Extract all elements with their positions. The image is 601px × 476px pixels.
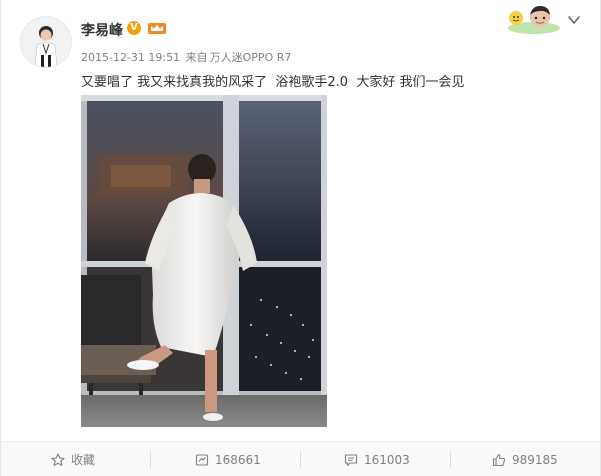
action-divider (150, 451, 151, 468)
comment-button[interactable]: 161003 (344, 442, 410, 476)
post-source[interactable]: 万人迷OPPO R7 (210, 51, 292, 64)
favorite-label: 收藏 (71, 453, 96, 467)
user-avatar[interactable] (20, 16, 72, 68)
avatar-image (21, 17, 71, 67)
post-meta: 2015-12-31 19:51 来自 万人迷OPPO R7 (81, 49, 291, 65)
repost-count: 168661 (215, 452, 261, 467)
star-icon (51, 452, 65, 466)
like-button[interactable]: 989185 (492, 442, 558, 476)
chevron-down-icon[interactable] (566, 13, 582, 27)
comment-count: 161003 (364, 452, 410, 467)
repost-button[interactable]: 168661 (195, 442, 261, 476)
source-prefix: 来自 (185, 51, 208, 64)
decorative-sticker-icon (508, 6, 560, 34)
favorite-button[interactable]: 收藏 (51, 442, 95, 476)
action-divider (300, 451, 301, 468)
weibo-post-card: 李易峰 V 2015-12-31 19:51 来自 万人迷OPPO R7 又要唱了… (0, 0, 601, 476)
post-photo-image (81, 95, 327, 427)
username[interactable]: 李易峰 (81, 20, 123, 40)
verified-badge-icon: V (127, 21, 141, 35)
post-timestamp[interactable]: 2015-12-31 19:51 (81, 51, 180, 64)
action-divider (450, 451, 451, 468)
like-count: 989185 (512, 452, 558, 467)
member-crown-icon[interactable] (147, 20, 167, 35)
repost-icon (195, 453, 209, 466)
action-bar: 收藏 168661 161003 989185 (1, 441, 600, 476)
thumbs-up-icon (492, 453, 506, 466)
post-photo[interactable] (81, 95, 327, 427)
post-text: 又要唱了 我又来找真我的风采了 浴袍歌手2.0 大家好 我们一会见 (81, 75, 465, 90)
comment-icon (344, 453, 358, 466)
